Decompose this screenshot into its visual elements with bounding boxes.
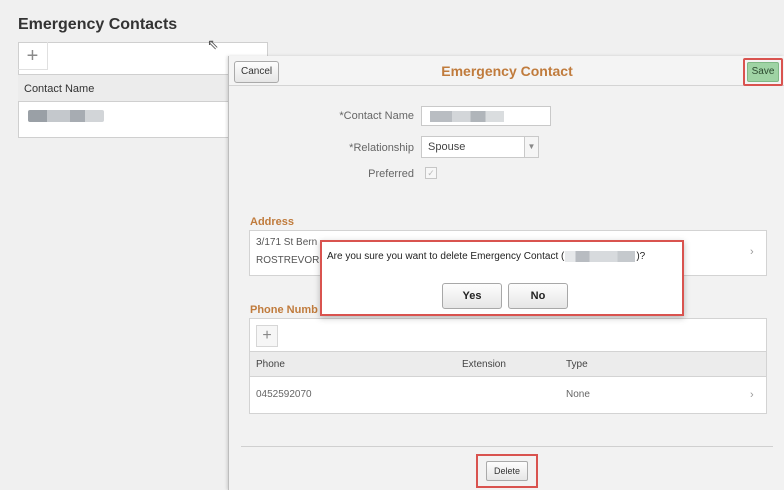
phone-type: None (566, 389, 590, 400)
preferred-label: Preferred (368, 168, 414, 180)
page-title: Emergency Contacts (18, 16, 178, 33)
phone-section-title: Phone Numb (250, 304, 318, 316)
panel-header: Cancel Emergency Contact Save (229, 56, 784, 86)
contact-name-label: *Contact Name (339, 110, 414, 122)
extension-column-header: Extension (462, 359, 506, 370)
save-highlight: Save (743, 58, 783, 86)
delete-highlight: Delete (476, 454, 538, 488)
delete-confirmation-dialog: Are you sure you want to delete Emergenc… (320, 240, 684, 316)
phone-number: 0452592070 (256, 389, 312, 400)
chevron-right-icon[interactable]: › (750, 389, 754, 401)
footer-divider (241, 446, 773, 447)
panel-title: Emergency Contact (441, 63, 573, 79)
chevron-right-icon[interactable]: › (750, 246, 754, 258)
address-line-1: 3/171 St Bern (256, 237, 318, 248)
add-phone-button[interactable]: + (256, 325, 278, 347)
preferred-checkbox[interactable]: ✓ (425, 167, 437, 179)
relationship-select[interactable]: Spouse ▼ (421, 136, 539, 158)
phone-grid: + Phone Extension Type 0452592070 None › (249, 318, 767, 414)
dialog-message: Are you sure you want to delete Emergenc… (327, 251, 645, 262)
phone-column-header: Phone (256, 359, 285, 370)
address-line-2: ROSTREVOR (256, 255, 320, 266)
phone-grid-header: Phone Extension Type (250, 351, 766, 377)
redacted-contact-in-message (565, 251, 636, 262)
dialog-message-prefix: Are you sure you want to delete Emergenc… (327, 251, 565, 263)
address-section-title: Address (250, 216, 295, 228)
add-contact-button[interactable]: + (18, 42, 48, 70)
dialog-message-suffix: )? (636, 251, 646, 263)
contact-name-input[interactable] (421, 106, 551, 126)
mouse-cursor-icon: ⇖ (207, 36, 219, 52)
save-button[interactable]: Save (747, 62, 779, 82)
redacted-name-value (430, 111, 504, 122)
chevron-down-icon[interactable]: ▼ (524, 137, 538, 157)
relationship-value: Spouse (428, 141, 466, 153)
yes-button[interactable]: Yes (442, 283, 502, 309)
relationship-label: *Relationship (349, 142, 414, 154)
redacted-contact-name[interactable] (28, 110, 104, 122)
delete-button[interactable]: Delete (486, 461, 528, 481)
no-button[interactable]: No (508, 283, 568, 309)
type-column-header: Type (566, 359, 588, 370)
